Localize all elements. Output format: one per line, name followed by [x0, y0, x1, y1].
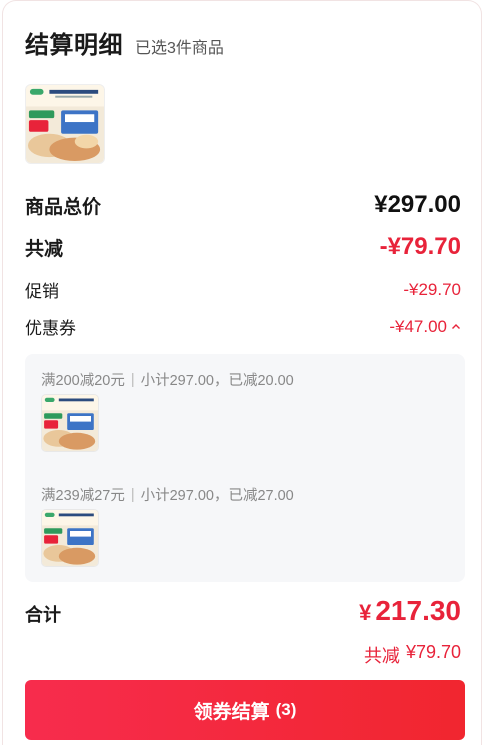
goods-total-value: ¥297.00	[374, 191, 461, 218]
goods-total-row: 商品总价 ¥297.00	[25, 191, 461, 219]
coupon-label: 优惠券	[25, 319, 76, 338]
coupon-rule: 满200减20元	[41, 373, 125, 389]
product-image	[26, 85, 104, 163]
sheet-header: 结算明细 已选3件商品	[25, 25, 224, 60]
total-discount-label: 共减	[25, 238, 64, 260]
divider: |	[130, 486, 135, 503]
divider: |	[130, 371, 135, 388]
product-image	[42, 510, 98, 566]
coupon-detail-line: 满239减27元 | 小计297.00，已减27.00	[41, 484, 294, 505]
coupon-detail-panel: 满200减20元 | 小计297.00，已减20.00 满239减27元 | 小…	[25, 354, 465, 582]
grand-total-label: 合计	[25, 605, 61, 625]
total-discount-row: 共减 -¥79.70	[25, 233, 461, 261]
settlement-sheet: 结算明细 已选3件商品 商品总价 ¥297.00 共减 -¥79.70 促销 -…	[2, 0, 482, 745]
selected-count: 已选3件商品	[135, 40, 224, 57]
coupon-product-thumbnail[interactable]	[41, 394, 99, 452]
coupon-detail: 小计297.00，已减20.00	[140, 373, 294, 389]
chevron-up-icon[interactable]	[451, 322, 461, 332]
total-discount-value: -¥79.70	[379, 233, 461, 260]
footer-discount-value: ¥79.70	[405, 642, 461, 662]
promotion-label: 促销	[25, 282, 59, 301]
currency-symbol: ¥	[359, 600, 372, 625]
goods-total-label: 商品总价	[25, 196, 102, 218]
footer-discount: 共减 ¥79.70	[364, 642, 461, 668]
coupon-value: -¥47.00	[389, 316, 447, 336]
page-title: 结算明细	[25, 32, 123, 59]
coupon-row[interactable]: 优惠券 -¥47.00	[25, 314, 461, 339]
checkout-label: 领券结算	[193, 701, 270, 723]
product-image	[42, 395, 98, 451]
coupon-product-thumbnail[interactable]	[41, 509, 99, 567]
promotion-row: 促销 -¥29.70	[25, 277, 461, 302]
footer-discount-label: 共减	[363, 646, 400, 666]
product-thumbnail[interactable]	[25, 84, 105, 164]
coupon-detail-line: 满200减20元 | 小计297.00，已减20.00	[41, 369, 294, 390]
coupon-rule: 满239减27元	[41, 488, 125, 504]
grand-total-value: ¥ 217.30	[359, 595, 461, 627]
promotion-value: -¥29.70	[403, 279, 461, 299]
checkout-button[interactable]: 领券结算 (3)	[25, 680, 465, 740]
grand-total-amount: 217.30	[375, 595, 461, 626]
coupon-value-wrap[interactable]: -¥47.00	[389, 317, 461, 337]
checkout-count: (3)	[275, 700, 297, 719]
coupon-detail: 小计297.00，已减27.00	[140, 488, 294, 504]
